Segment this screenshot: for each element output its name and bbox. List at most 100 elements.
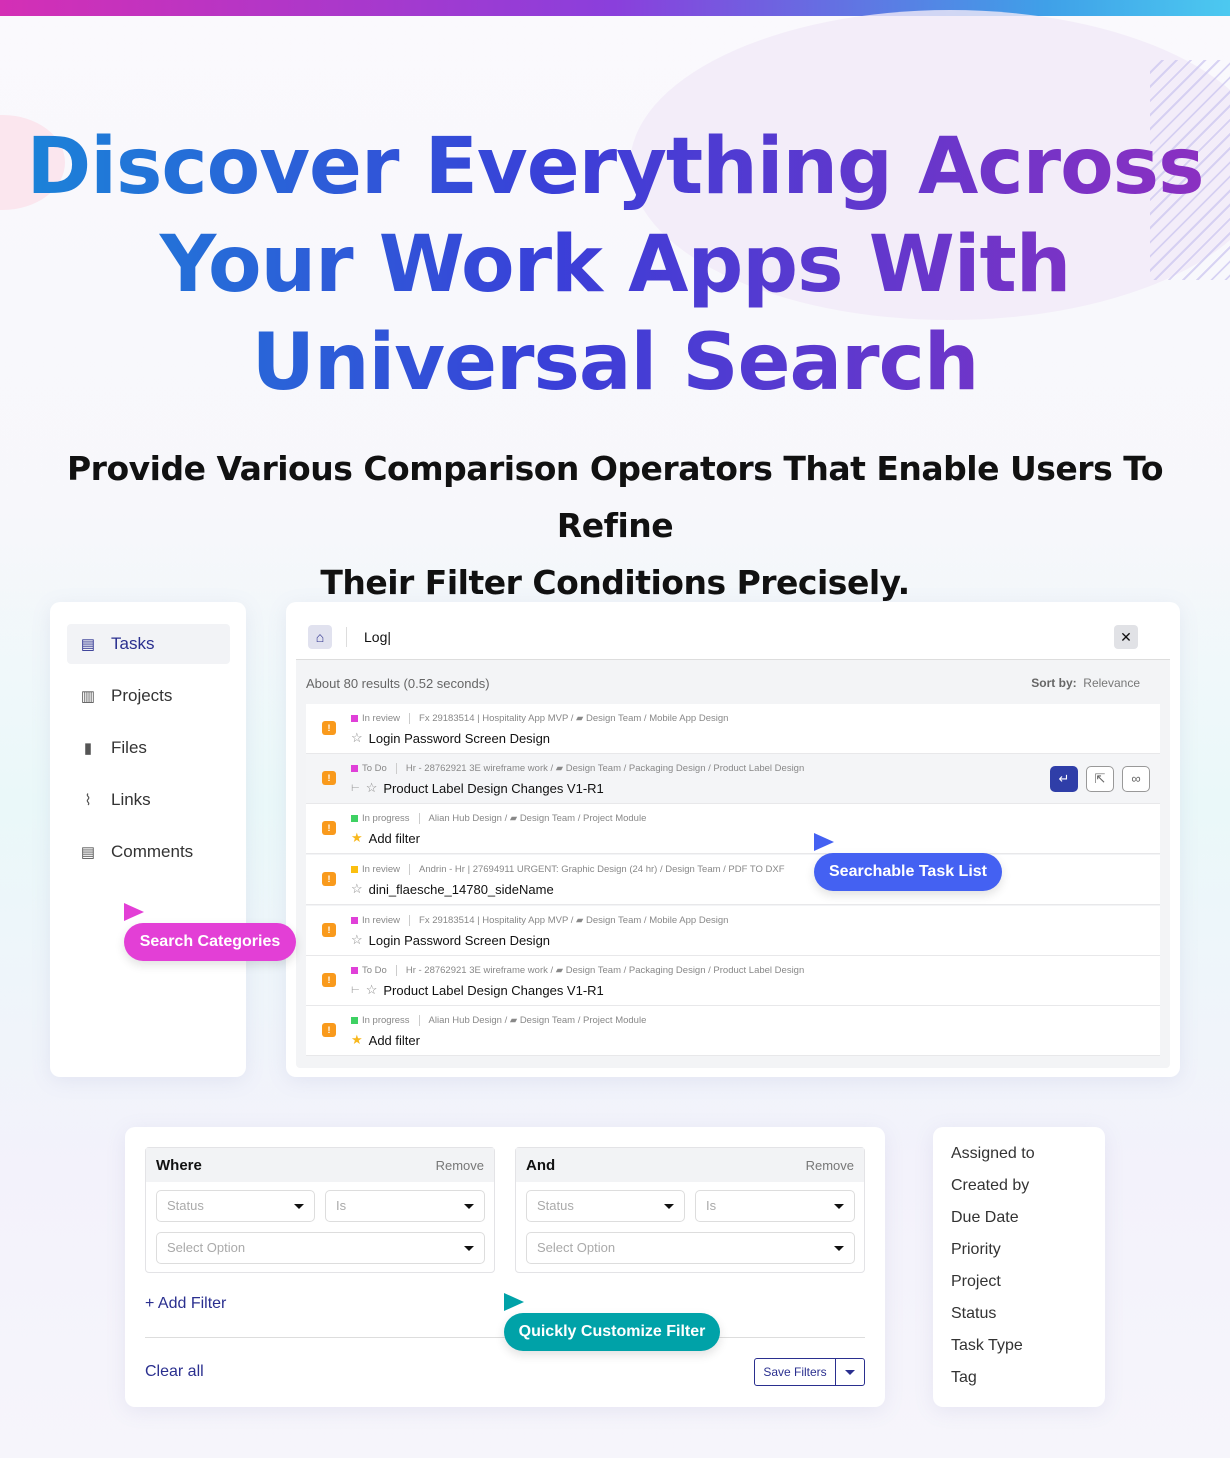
result-row[interactable]: ! In progress Alian Hub Design / ▰ Design…	[306, 1006, 1160, 1056]
filter-field-list: Assigned to Created by Due Date Priority Pro…	[933, 1127, 1105, 1407]
field-option[interactable]: Tag	[951, 1369, 977, 1387]
status-indicator	[351, 765, 358, 772]
field-option[interactable]: Priority	[951, 1241, 1001, 1259]
search-results-panel: ⌂ Log| ✕ About 80 results (0.52 seconds)…	[296, 610, 1170, 1068]
field-option[interactable]: Project	[951, 1273, 1001, 1291]
status-indicator	[351, 967, 358, 974]
search-input[interactable]: Log|	[364, 629, 391, 645]
result-meta: To Do Hr - 28762921 3E wireframe work / ▰…	[351, 965, 804, 976]
result-title-text: Login Password Screen Design	[368, 730, 551, 746]
star-icon[interactable]: ★	[351, 1032, 363, 1048]
search-panel: ⌂ Log| ✕ About 80 results (0.52 seconds)…	[286, 602, 1180, 1077]
result-title-text: Add filter	[368, 830, 420, 846]
result-folder: Design Team / Project Module	[519, 813, 647, 824]
sidebar-item-label: Projects	[111, 686, 173, 705]
star-icon[interactable]: ☆	[366, 780, 378, 796]
filter-group-and: And Remove Status Is Select Option	[515, 1147, 865, 1273]
result-path: Fx 29183514 | Hospitality App MVP /	[419, 915, 574, 926]
sidebar-item-label: Comments	[111, 842, 194, 861]
field-option[interactable]: Due Date	[951, 1209, 1019, 1227]
result-row[interactable]: ! In review Fx 29183514 | Hospitality App…	[306, 906, 1160, 956]
status-label: In review	[362, 713, 401, 724]
add-filter-button[interactable]: + Add Filter	[145, 1295, 226, 1313]
headline-line: Your Work Apps With	[0, 216, 1230, 314]
status-label: To Do	[362, 965, 387, 976]
clear-all-button[interactable]: Clear all	[145, 1363, 204, 1381]
result-meta: In progress Alian Hub Design / ▰ Design T…	[351, 1015, 646, 1026]
sidebar-item-comments[interactable]: ▤ Comments	[67, 832, 230, 872]
result-row[interactable]: ! To Do Hr - 28762921 3E wireframe work /…	[306, 754, 1160, 804]
field-option[interactable]: Assigned to	[951, 1145, 1035, 1163]
result-title-text: Product Label Design Changes V1-R1	[383, 982, 604, 998]
operator-select[interactable]: Is	[695, 1190, 855, 1222]
tasks-icon: ▤	[80, 636, 96, 653]
link-icon[interactable]: ∞	[1122, 766, 1150, 792]
headline: Discover Everything Across Your Work App…	[0, 118, 1230, 412]
task-icon: !	[322, 721, 336, 735]
sidebar-item-projects[interactable]: ▥ Projects	[67, 676, 230, 716]
star-icon[interactable]: ☆	[351, 730, 363, 746]
field-option[interactable]: Task Type	[951, 1337, 1023, 1355]
close-icon[interactable]: ✕	[1114, 625, 1138, 649]
status-indicator	[351, 715, 358, 722]
star-icon[interactable]: ☆	[351, 881, 363, 897]
operator-select[interactable]: Is	[325, 1190, 485, 1222]
subheadline: Provide Various Comparison Operators Tha…	[40, 440, 1190, 611]
field-select[interactable]: Status	[526, 1190, 685, 1222]
search-bar: ⌂ Log| ✕	[296, 610, 1170, 660]
divider	[346, 627, 347, 647]
result-path: Alian Hub Design /	[428, 813, 508, 824]
divider	[409, 864, 411, 875]
sidebar-item-label: Links	[111, 790, 151, 809]
task-icon: !	[322, 771, 336, 785]
result-title-text: Add filter	[368, 1032, 420, 1048]
field-select[interactable]: Status	[156, 1190, 315, 1222]
sidebar-item-tasks[interactable]: ▤ Tasks	[67, 624, 230, 664]
top-gradient-bar	[0, 0, 1230, 16]
folder-icon: ▰	[555, 763, 564, 774]
save-filters-button[interactable]: Save Filters	[754, 1358, 865, 1386]
filter-panel: Where Remove Status Is Select Option And R…	[125, 1127, 885, 1407]
callout-pointer	[124, 903, 144, 921]
projects-icon: ▥	[80, 688, 96, 705]
value-select[interactable]: Select Option	[156, 1232, 485, 1264]
status-indicator	[351, 1017, 358, 1024]
home-icon[interactable]: ⌂	[308, 625, 332, 649]
external-link-icon[interactable]: ⇱	[1086, 766, 1114, 792]
star-icon[interactable]: ★	[351, 830, 363, 846]
divider	[409, 915, 411, 926]
task-icon: !	[322, 872, 336, 886]
result-row[interactable]: ! In review Fx 29183514 | Hospitality App…	[306, 704, 1160, 754]
result-title-text: Product Label Design Changes V1-R1	[383, 780, 604, 796]
result-row[interactable]: ! To Do Hr - 28762921 3E wireframe work /…	[306, 956, 1160, 1006]
result-row[interactable]: ! In review Andrin - Hr | 27694911 URGENT…	[306, 855, 1160, 905]
field-option[interactable]: Status	[951, 1305, 996, 1323]
filter-group-label: Where	[156, 1156, 202, 1174]
star-icon[interactable]: ☆	[366, 982, 378, 998]
result-meta: In review Fx 29183514 | Hospitality App M…	[351, 713, 728, 724]
sidebar-item-files[interactable]: ▮ Files	[67, 728, 230, 768]
result-path: Fx 29183514 | Hospitality App MVP /	[419, 713, 574, 724]
status-label: In progress	[362, 813, 410, 824]
filter-group-where: Where Remove Status Is Select Option	[145, 1147, 495, 1273]
star-icon[interactable]: ☆	[351, 932, 363, 948]
value-select[interactable]: Select Option	[526, 1232, 855, 1264]
result-row[interactable]: ! In progress Alian Hub Design / ▰ Design…	[306, 804, 1160, 854]
folder-icon: ▰	[576, 713, 584, 724]
result-title: ⊢ ☆ Product Label Design Changes V1-R1	[351, 982, 604, 998]
sort-control[interactable]: Sort by: Relevance	[1031, 676, 1140, 690]
result-count: About 80 results (0.52 seconds)	[306, 676, 490, 691]
result-title: ★ Add filter	[351, 830, 420, 846]
sort-label: Sort by:	[1031, 676, 1077, 690]
sidebar-item-label: Files	[111, 738, 147, 757]
status-label: To Do	[362, 763, 387, 774]
remove-button[interactable]: Remove	[806, 1158, 854, 1173]
paperclip-icon: ⌇	[84, 792, 92, 809]
remove-button[interactable]: Remove	[436, 1158, 484, 1173]
divider	[418, 813, 420, 824]
field-option[interactable]: Created by	[951, 1177, 1029, 1195]
sidebar-item-links[interactable]: ⌇ Links	[67, 780, 230, 820]
open-enter-icon[interactable]: ↵	[1050, 766, 1078, 792]
chevron-down-icon[interactable]	[835, 1359, 864, 1385]
callout-pointer	[504, 1293, 524, 1311]
